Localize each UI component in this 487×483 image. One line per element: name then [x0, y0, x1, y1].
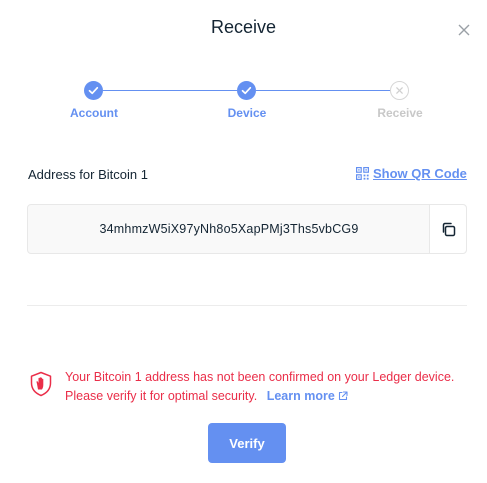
- step-label-device: Device: [227, 106, 267, 120]
- receive-modal: Receive Account Device Receive Address f…: [0, 0, 487, 483]
- learn-more-label: Learn more: [266, 389, 335, 403]
- close-button[interactable]: [454, 20, 474, 40]
- step-label-account: Account: [70, 106, 118, 120]
- copy-icon: [442, 222, 456, 237]
- warning-message: Your Bitcoin 1 address has not been conf…: [65, 368, 475, 406]
- warning-text: Your Bitcoin 1 address has not been conf…: [65, 370, 455, 403]
- divider: [27, 305, 467, 306]
- shield-hand-icon: [30, 371, 52, 397]
- stepper-connector: [103, 90, 237, 91]
- show-qr-code-link[interactable]: Show QR Code: [356, 166, 467, 181]
- learn-more-link[interactable]: Learn more: [267, 389, 348, 403]
- step-label-receive: Receive: [377, 106, 423, 120]
- address-label: Address for Bitcoin 1: [28, 167, 148, 182]
- step-receive-pending-icon: [390, 81, 409, 100]
- address-field: 34mhmzW5iX97yNh8o5XapPMj3Ths5vbCG9: [27, 204, 467, 254]
- show-qr-code-label: Show QR Code: [373, 166, 467, 181]
- stepper-connector: [256, 90, 390, 91]
- verify-button[interactable]: Verify: [208, 423, 286, 463]
- step-device-check-icon: [237, 81, 256, 100]
- address-value: 34mhmzW5iX97yNh8o5XapPMj3Ths5vbCG9: [99, 222, 359, 236]
- external-link-icon: [338, 391, 348, 401]
- qr-code-icon: [356, 167, 369, 180]
- close-icon: [458, 24, 470, 36]
- modal-title: Receive: [210, 17, 277, 37]
- step-account-check-icon: [84, 81, 103, 100]
- copy-address-button[interactable]: [429, 205, 466, 253]
